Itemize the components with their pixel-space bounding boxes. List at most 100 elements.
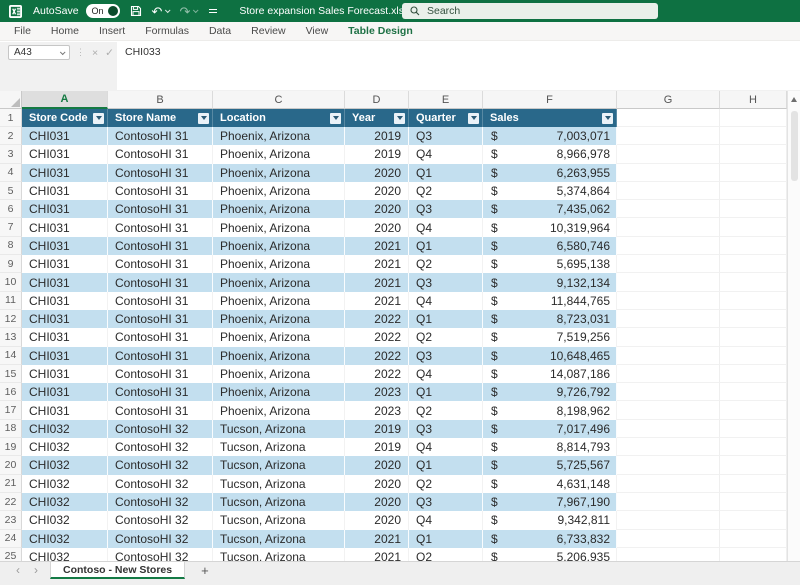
empty-cell[interactable] <box>617 530 720 548</box>
empty-cell[interactable] <box>617 401 720 419</box>
search-input[interactable]: Search <box>402 3 658 19</box>
ribbon-tab-review[interactable]: Review <box>241 22 295 40</box>
cell-sales[interactable]: $7,519,256 <box>483 328 617 346</box>
cell-store-code[interactable]: CHI031 <box>22 237 108 255</box>
cell-year[interactable]: 2022 <box>345 365 409 383</box>
table-header-sales[interactable]: Sales <box>483 109 617 127</box>
row-number[interactable]: 22 <box>0 493 22 511</box>
cell-year[interactable]: 2020 <box>345 218 409 236</box>
cell-sales[interactable]: $5,725,567 <box>483 456 617 474</box>
cell-sales[interactable]: $6,580,746 <box>483 237 617 255</box>
empty-cell[interactable] <box>617 145 720 163</box>
cell-store-name[interactable]: ContosoHI 32 <box>108 511 213 529</box>
cell-location[interactable]: Tucson, Arizona <box>213 548 345 561</box>
cell-year[interactable]: 2023 <box>345 383 409 401</box>
cell-year[interactable]: 2020 <box>345 164 409 182</box>
cell-year[interactable]: 2019 <box>345 145 409 163</box>
empty-cell[interactable] <box>617 127 720 145</box>
cell-location[interactable]: Tucson, Arizona <box>213 493 345 511</box>
row-number[interactable]: 7 <box>0 218 22 236</box>
cell-store-name[interactable]: ContosoHI 32 <box>108 548 213 561</box>
cell-quarter[interactable]: Q3 <box>409 200 483 218</box>
cell-quarter[interactable]: Q4 <box>409 218 483 236</box>
row-number[interactable]: 16 <box>0 383 22 401</box>
cell-store-name[interactable]: ContosoHI 31 <box>108 310 213 328</box>
empty-cell[interactable] <box>617 365 720 383</box>
cell-location[interactable]: Phoenix, Arizona <box>213 365 345 383</box>
ribbon-tab-formulas[interactable]: Formulas <box>135 22 199 40</box>
cell-quarter[interactable]: Q1 <box>409 310 483 328</box>
cell-year[interactable]: 2020 <box>345 511 409 529</box>
cell-sales[interactable]: $8,814,793 <box>483 438 617 456</box>
row-number[interactable]: 1 <box>0 109 22 127</box>
empty-cell[interactable] <box>617 493 720 511</box>
empty-cell[interactable] <box>720 328 787 346</box>
cell-sales[interactable]: $9,726,792 <box>483 383 617 401</box>
cell-quarter[interactable]: Q2 <box>409 548 483 561</box>
cell-store-code[interactable]: CHI031 <box>22 328 108 346</box>
column-header-H[interactable]: H <box>720 91 787 109</box>
empty-cell[interactable] <box>617 273 720 291</box>
cell-store-code[interactable]: CHI031 <box>22 273 108 291</box>
cell-quarter[interactable]: Q1 <box>409 164 483 182</box>
cell-sales[interactable]: $4,631,148 <box>483 475 617 493</box>
ribbon-tab-data[interactable]: Data <box>199 22 241 40</box>
cell-store-name[interactable]: ContosoHI 31 <box>108 255 213 273</box>
cell-store-name[interactable]: ContosoHI 31 <box>108 328 213 346</box>
column-header-A[interactable]: A <box>22 91 108 109</box>
empty-cell[interactable] <box>720 182 787 200</box>
cell-year[interactable]: 2022 <box>345 328 409 346</box>
column-header-F[interactable]: F <box>483 91 617 109</box>
empty-cell[interactable] <box>720 456 787 474</box>
cell-year[interactable]: 2020 <box>345 493 409 511</box>
table-header-quarter[interactable]: Quarter <box>409 109 483 127</box>
cell-store-code[interactable]: CHI031 <box>22 182 108 200</box>
column-header-G[interactable]: G <box>617 91 720 109</box>
ribbon-tab-file[interactable]: File <box>0 22 41 40</box>
ribbon-tab-table-design[interactable]: Table Design <box>338 22 423 40</box>
cell-location[interactable]: Phoenix, Arizona <box>213 127 345 145</box>
cell-year[interactable]: 2022 <box>345 310 409 328</box>
cell-sales[interactable]: $7,435,062 <box>483 200 617 218</box>
redo-button[interactable]: ↷ <box>179 5 197 18</box>
empty-cell[interactable] <box>617 548 720 561</box>
cell-store-code[interactable]: CHI031 <box>22 127 108 145</box>
scrollbar-thumb[interactable] <box>791 111 798 181</box>
cell-quarter[interactable]: Q4 <box>409 438 483 456</box>
empty-cell[interactable] <box>720 109 787 127</box>
cell-store-code[interactable]: CHI031 <box>22 218 108 236</box>
cell-sales[interactable]: $9,342,811 <box>483 511 617 529</box>
cell-location[interactable]: Phoenix, Arizona <box>213 347 345 365</box>
cell-year[interactable]: 2019 <box>345 438 409 456</box>
table-header-location[interactable]: Location <box>213 109 345 127</box>
empty-cell[interactable] <box>617 255 720 273</box>
empty-cell[interactable] <box>720 200 787 218</box>
empty-cell[interactable] <box>720 438 787 456</box>
cell-store-name[interactable]: ContosoHI 31 <box>108 164 213 182</box>
row-number[interactable]: 4 <box>0 164 22 182</box>
cell-store-name[interactable]: ContosoHI 32 <box>108 420 213 438</box>
cell-location[interactable]: Tucson, Arizona <box>213 511 345 529</box>
cell-sales[interactable]: $7,003,071 <box>483 127 617 145</box>
cell-location[interactable]: Phoenix, Arizona <box>213 145 345 163</box>
empty-cell[interactable] <box>617 328 720 346</box>
cell-year[interactable]: 2020 <box>345 182 409 200</box>
cell-quarter[interactable]: Q3 <box>409 273 483 291</box>
cell-year[interactable]: 2019 <box>345 127 409 145</box>
empty-cell[interactable] <box>720 218 787 236</box>
cell-store-code[interactable]: CHI031 <box>22 310 108 328</box>
cell-store-code[interactable]: CHI031 <box>22 145 108 163</box>
cell-year[interactable]: 2020 <box>345 200 409 218</box>
cell-location[interactable]: Tucson, Arizona <box>213 530 345 548</box>
cell-location[interactable]: Phoenix, Arizona <box>213 237 345 255</box>
cell-sales[interactable]: $7,967,190 <box>483 493 617 511</box>
empty-cell[interactable] <box>617 109 720 127</box>
cell-quarter[interactable]: Q1 <box>409 237 483 255</box>
row-number[interactable]: 11 <box>0 292 22 310</box>
empty-cell[interactable] <box>720 511 787 529</box>
sheet-tab-active[interactable]: Contoso - New Stores <box>50 562 185 579</box>
empty-cell[interactable] <box>720 548 787 561</box>
cell-sales[interactable]: $5,695,138 <box>483 255 617 273</box>
cell-location[interactable]: Phoenix, Arizona <box>213 328 345 346</box>
cancel-button[interactable]: × <box>92 47 98 59</box>
